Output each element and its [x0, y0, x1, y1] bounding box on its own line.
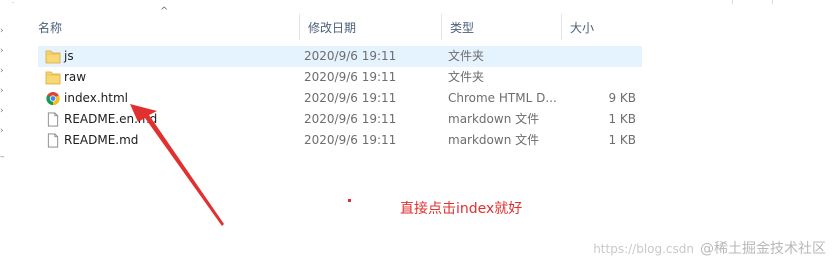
nav-chevron-icon[interactable]: ›: [0, 64, 8, 78]
file-name: index.html: [64, 91, 128, 105]
top-edge-separator: [772, 0, 773, 4]
column-header-name-label: 名称: [38, 21, 63, 35]
file-type: markdown 文件: [448, 133, 540, 147]
file-date: 2020/9/6 19:11: [304, 112, 397, 126]
watermark-url: https://blog.csdn: [593, 242, 694, 256]
nav-chevron-icon[interactable]: ›: [0, 24, 8, 38]
column-header-type-label: 类型: [450, 21, 475, 35]
watermark: https://blog.csdn @稀土掘金技术社区: [593, 240, 826, 258]
annotation-text: 直接点击index就好: [400, 201, 523, 217]
file-row-readme[interactable]: README.md 2020/9/6 19:11 markdown 文件 1 K…: [38, 130, 642, 151]
file-list: js 2020/9/6 19:11 文件夹 raw 2020/9/6 19:11…: [38, 46, 642, 151]
file-name: raw: [64, 70, 87, 84]
file-size: 1 KB: [608, 112, 636, 126]
column-header-date-label: 修改日期: [308, 21, 357, 35]
file-type: 文件夹: [448, 49, 485, 63]
nav-chevron-icon[interactable]: ›: [0, 44, 8, 58]
top-edge-separator: [732, 0, 733, 4]
file-type: markdown 文件: [448, 112, 540, 126]
window-top-edge: [0, 0, 834, 4]
column-header-size[interactable]: 大小: [562, 14, 642, 42]
file-size: 1 KB: [608, 133, 636, 147]
file-type: 文件夹: [448, 70, 485, 84]
file-row-raw[interactable]: raw 2020/9/6 19:11 文件夹: [38, 67, 642, 88]
file-row-js[interactable]: js 2020/9/6 19:11 文件夹: [38, 46, 642, 67]
file-date: 2020/9/6 19:11: [304, 49, 397, 63]
watermark-text: @稀土掘金技术社区: [700, 241, 826, 257]
column-header-type[interactable]: 类型: [442, 14, 562, 42]
nav-chevron-icon[interactable]: –: [0, 150, 8, 164]
column-header-date[interactable]: 修改日期: [300, 14, 442, 42]
file-size: [558, 67, 636, 88]
nav-chevron-icon[interactable]: ›: [0, 104, 8, 118]
file-name: README.md: [64, 133, 139, 147]
file-name: README.en.md: [64, 112, 158, 126]
file-date: 2020/9/6 19:11: [304, 70, 397, 84]
column-header-name[interactable]: 名称: [30, 14, 300, 42]
file-date: 2020/9/6 19:11: [304, 133, 397, 147]
annotation-dot: [348, 199, 351, 202]
file-name: js: [64, 49, 74, 63]
nav-chevron-icon[interactable]: ›: [0, 84, 8, 98]
navigation-pane-edge[interactable]: › › › › › › –: [0, 0, 12, 274]
column-header-row: ^ 名称 修改日期 类型 大小: [30, 6, 642, 42]
file-row-index-html[interactable]: index.html 2020/9/6 19:11 Chrome HTML D.…: [38, 88, 642, 109]
file-row-readme-en[interactable]: README.en.md 2020/9/6 19:11 markdown 文件 …: [38, 109, 642, 130]
column-header-size-label: 大小: [570, 21, 595, 35]
file-size: [558, 46, 636, 67]
file-date: 2020/9/6 19:11: [304, 91, 397, 105]
file-size: 9 KB: [608, 91, 636, 105]
nav-chevron-icon[interactable]: ›: [0, 124, 8, 138]
file-type: Chrome HTML D...: [448, 91, 557, 105]
